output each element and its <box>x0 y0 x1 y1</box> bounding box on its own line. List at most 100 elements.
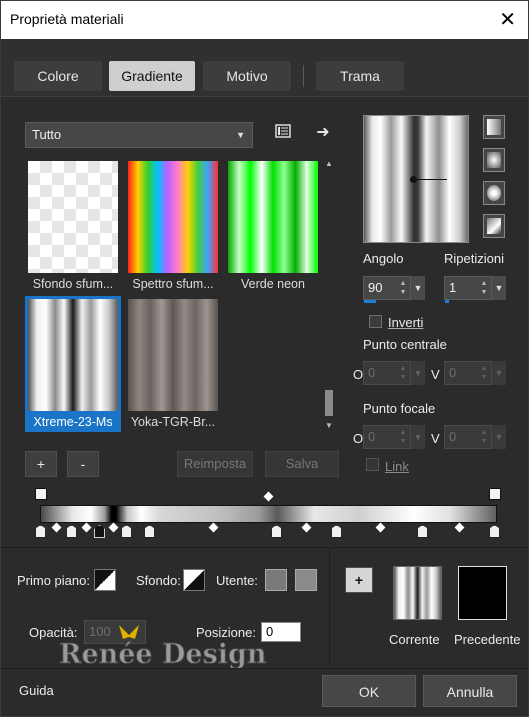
style-linear-button[interactable] <box>483 115 505 139</box>
gradient-library: Sfondo sfum... Spettro sfum... Verde neo… <box>25 158 321 432</box>
background-label: Sfondo: <box>136 573 181 588</box>
linear-style-icon <box>487 119 501 135</box>
user-color-swatch[interactable] <box>265 569 287 591</box>
spin-arrows-icon[interactable]: ▲ ▼ <box>398 364 408 382</box>
focal-o-label: O <box>353 431 364 446</box>
svg-text:Renée Design: Renée Design <box>59 639 267 670</box>
swatch-item[interactable]: Yoka-TGR-Br... <box>125 296 221 432</box>
swatch-label: Sfondo sfum... <box>32 277 114 291</box>
save-button[interactable]: Salva <box>265 451 339 477</box>
rectangular-style-icon <box>487 152 501 168</box>
gradient-preview[interactable] <box>363 115 469 243</box>
center-o-value: 0 <box>368 365 376 380</box>
swatch-item[interactable]: Spettro sfum... <box>125 158 221 296</box>
tab-divider <box>303 65 304 87</box>
scrollbar-thumb[interactable] <box>325 390 333 416</box>
swatch-thumbnail <box>28 299 118 411</box>
close-icon[interactable]: ✕ <box>499 7 516 32</box>
style-radial-button[interactable] <box>483 214 505 238</box>
reset-button[interactable]: Reimposta <box>177 451 253 477</box>
category-value: Tutto <box>32 127 62 142</box>
library-scrollbar[interactable]: ▲ ▼ <box>323 158 335 432</box>
angle-handle[interactable] <box>410 176 417 183</box>
tab-texture[interactable]: Trama <box>316 61 404 91</box>
angle-dropdown-button[interactable]: ▼ <box>411 276 425 300</box>
material-properties-dialog: Proprietà materiali ✕ Colore Gradiente M… <box>0 0 529 717</box>
add-gradient-button[interactable]: + <box>25 451 57 477</box>
tab-gradient[interactable]: Gradiente <box>109 61 195 91</box>
repeats-label: Ripetizioni <box>444 251 504 266</box>
center-o-input[interactable]: 0 ▲ ▼ <box>363 361 411 385</box>
swatch-thumbnail <box>128 161 218 273</box>
top-stop-marker[interactable] <box>489 488 501 500</box>
swatch-label: Spettro sfum... <box>132 277 214 291</box>
ok-button[interactable]: OK <box>322 675 416 707</box>
spin-arrows-icon[interactable]: ▲ ▼ <box>479 279 489 297</box>
help-link[interactable]: Guida <box>19 683 54 698</box>
spin-arrows-icon[interactable]: ▲ ▼ <box>398 279 408 297</box>
window-title: Proprietà materiali <box>10 11 124 27</box>
angle-input[interactable]: 90 ▲ ▼ <box>363 276 411 303</box>
background-swatch[interactable] <box>183 569 205 591</box>
spin-arrows-icon[interactable]: ▲ ▼ <box>479 364 489 382</box>
tab-color[interactable]: Colore <box>14 61 102 91</box>
focal-o-value: 0 <box>368 429 376 444</box>
focal-point-label: Punto focale <box>363 401 436 416</box>
invert-checkbox[interactable] <box>369 315 382 328</box>
radial-style-icon <box>487 218 501 234</box>
focal-v-label: V <box>431 431 440 446</box>
swatch-thumbnail <box>28 161 118 273</box>
swatch-label: Yoka-TGR-Br... <box>130 415 216 429</box>
center-v-dropdown-button[interactable]: ▼ <box>492 361 506 385</box>
spin-arrows-icon[interactable]: ▲ ▼ <box>479 428 489 446</box>
swatch-thumbnail <box>228 161 318 273</box>
arrow-right-icon[interactable]: ➜ <box>313 123 333 143</box>
category-dropdown[interactable]: Tutto ▼ <box>25 122 253 148</box>
previous-swatch <box>458 566 507 620</box>
focal-o-input[interactable]: 0 ▲ ▼ <box>363 425 411 449</box>
remove-gradient-button[interactable]: - <box>67 451 99 477</box>
top-stop-marker[interactable] <box>35 488 47 500</box>
link-label: Link <box>385 459 409 474</box>
link-checkbox[interactable] <box>366 458 379 471</box>
repeats-dropdown-button[interactable]: ▼ <box>492 276 506 300</box>
chevron-down-icon: ▼ <box>236 130 245 140</box>
focal-o-dropdown-button[interactable]: ▼ <box>411 425 425 449</box>
sunburst-style-icon <box>487 185 501 201</box>
tab-pattern[interactable]: Motivo <box>203 61 291 91</box>
style-rectangular-button[interactable] <box>483 148 505 172</box>
foreground-swatch[interactable] <box>94 569 116 591</box>
style-sunburst-button[interactable] <box>483 181 505 205</box>
invert-label: Inverti <box>388 315 424 330</box>
dialog-footer: Guida OK Annulla <box>1 668 528 716</box>
swatch-label: Verde neon <box>241 277 305 291</box>
user-color-swatch-2[interactable] <box>295 569 317 591</box>
previous-label: Precedente <box>454 632 521 647</box>
spin-arrows-icon[interactable]: ▲ ▼ <box>398 428 408 446</box>
focal-v-input[interactable]: 0 ▲ ▼ <box>444 425 492 449</box>
angle-label: Angolo <box>363 251 404 266</box>
cancel-button[interactable]: Annulla <box>423 675 517 707</box>
repeats-input[interactable]: 1 ▲ ▼ <box>444 276 492 303</box>
scroll-up-icon[interactable]: ▲ <box>323 158 335 170</box>
angle-value: 90 <box>368 280 383 295</box>
gradient-bar[interactable] <box>40 505 497 523</box>
focal-v-value: 0 <box>449 429 457 444</box>
swatch-label: Xtreme-23-Ms <box>33 415 113 429</box>
scroll-down-icon[interactable]: ▼ <box>323 420 335 432</box>
current-label: Corrente <box>389 632 440 647</box>
swatch-item-selected[interactable]: Xtreme-23-Ms <box>25 296 121 432</box>
center-v-value: 0 <box>449 365 457 380</box>
center-o-label: O <box>353 367 364 382</box>
repeats-progress <box>445 300 449 303</box>
angle-needle <box>413 179 447 180</box>
focal-v-dropdown-button[interactable]: ▼ <box>492 425 506 449</box>
watermark-logo: Renée Design <box>59 625 267 671</box>
add-to-swatches-button[interactable]: + <box>345 567 373 593</box>
swatch-item[interactable]: Sfondo sfum... <box>25 158 121 296</box>
center-v-input[interactable]: 0 ▲ ▼ <box>444 361 492 385</box>
library-menu-icon[interactable] <box>273 123 293 143</box>
user-label: Utente: <box>216 573 258 588</box>
center-o-dropdown-button[interactable]: ▼ <box>411 361 425 385</box>
swatch-item[interactable]: Verde neon <box>225 158 321 296</box>
